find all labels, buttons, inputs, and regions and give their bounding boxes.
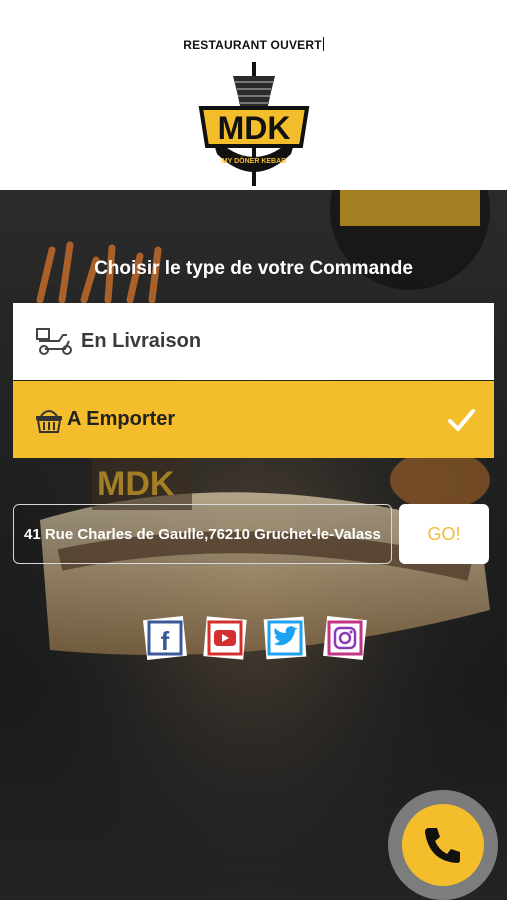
delivery-scooter-icon [35, 326, 75, 358]
restaurant-status-label: RESTAURANT OUVERT [183, 38, 322, 52]
phone-icon [425, 828, 460, 863]
go-button[interactable]: GO! [399, 504, 489, 564]
order-type-title: Choisir le type de votre Commande [94, 258, 413, 279]
text-cursor [322, 37, 324, 51]
header: RESTAURANT OUVERT MDK MY DÖNER KEBAB [0, 0, 507, 190]
restaurant-status: RESTAURANT OUVERT [0, 37, 507, 52]
call-button[interactable] [388, 790, 498, 900]
youtube-icon[interactable] [201, 614, 249, 662]
delivery-option[interactable]: En Livraison [13, 303, 494, 380]
svg-text:MDK: MDK [97, 465, 175, 503]
twitter-icon[interactable] [261, 614, 309, 662]
instagram-icon[interactable] [321, 614, 369, 662]
logo-brand-text: MDK [218, 110, 291, 146]
call-button-inner [402, 804, 484, 886]
logo-tagline: MY DÖNER KEBAB [222, 156, 286, 165]
delivery-option-label: En Livraison [81, 330, 202, 352]
svg-text:f: f [161, 626, 170, 656]
basket-icon [33, 404, 65, 436]
facebook-icon[interactable]: f [141, 614, 189, 662]
takeaway-option[interactable]: A Emporter [13, 381, 494, 458]
takeaway-option-label: A Emporter [67, 408, 176, 430]
mdk-logo: MDK MY DÖNER KEBAB [198, 62, 310, 186]
address-input[interactable] [13, 504, 392, 564]
checkmark-icon [448, 409, 475, 431]
